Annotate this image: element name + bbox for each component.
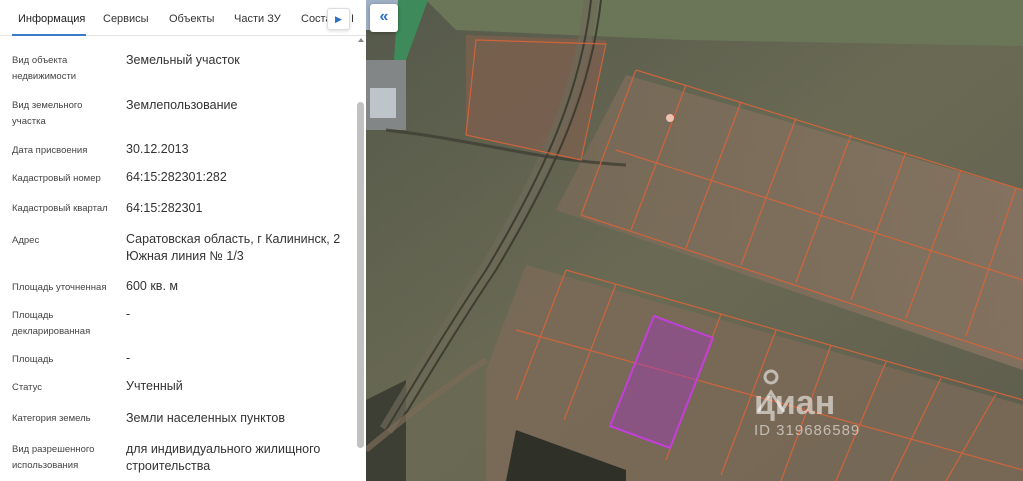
tab-parcel-parts[interactable]: Части ЗУ xyxy=(234,0,281,36)
building-white xyxy=(370,88,396,118)
property-value: Саратовская область, г Калининск, 2 Южная… xyxy=(126,232,341,263)
property-value: - xyxy=(126,307,131,321)
scroll-up-arrow-icon[interactable] xyxy=(358,38,364,42)
property-label: Площадь xyxy=(12,354,54,365)
property-list: Вид объекта недвижимости Земельный участо… xyxy=(0,36,356,481)
satellite-map[interactable] xyxy=(366,0,1023,481)
map-view[interactable]: « циан ID 319686589 xyxy=(366,0,1023,481)
property-label: Вид земельного участка xyxy=(12,100,83,127)
property-label: Категория земель xyxy=(12,413,91,424)
property-label: Кадастровый квартал xyxy=(12,203,108,214)
property-value: - xyxy=(126,351,131,365)
property-value: Земельный участок xyxy=(126,53,240,67)
property-value: Учтенный xyxy=(126,379,183,393)
property-value: Земли населенных пунктов xyxy=(126,411,285,425)
property-value: 30.12.2013 xyxy=(126,142,189,156)
property-label: Кадастровый номер xyxy=(12,173,101,184)
tab-information[interactable]: Информация xyxy=(12,0,86,36)
property-label: Вид объекта недвижимости xyxy=(12,55,77,82)
property-label: Адрес xyxy=(12,235,40,246)
property-value: 600 кв. м xyxy=(126,279,178,293)
tab-overflow-clip: I xyxy=(351,0,359,36)
property-label: Дата присвоения xyxy=(12,145,88,156)
tab-services[interactable]: Сервисы xyxy=(103,0,149,36)
double-chevron-left-icon: « xyxy=(379,8,389,25)
property-value: Землепользование xyxy=(126,98,238,112)
map-point-marker xyxy=(666,114,674,122)
info-panel: Информация Сервисы Объекты Части ЗУ Сост… xyxy=(0,0,366,481)
property-label: Площадь уточненная xyxy=(12,282,107,293)
property-label: Вид разрешенного использования xyxy=(12,444,95,471)
tab-bar: Информация Сервисы Объекты Части ЗУ Сост… xyxy=(0,0,366,36)
property-value: для индивидуального жилищного строительст… xyxy=(126,442,321,473)
tab-scroll-right-button[interactable]: ▶ xyxy=(327,8,350,30)
panel-scrollbar[interactable] xyxy=(356,36,366,481)
collapse-panel-button[interactable]: « xyxy=(370,4,398,32)
property-value: 64:15:282301:282 xyxy=(126,170,227,184)
tab-next-partial[interactable]: I xyxy=(351,0,354,36)
chevron-right-icon: ▶ xyxy=(335,14,342,24)
property-label: Площадь декларированная xyxy=(12,310,91,337)
scrollbar-thumb[interactable] xyxy=(357,102,364,448)
property-value: 64:15:282301 xyxy=(126,201,203,215)
property-label: Статус xyxy=(12,382,43,393)
tab-objects[interactable]: Объекты xyxy=(169,0,214,36)
